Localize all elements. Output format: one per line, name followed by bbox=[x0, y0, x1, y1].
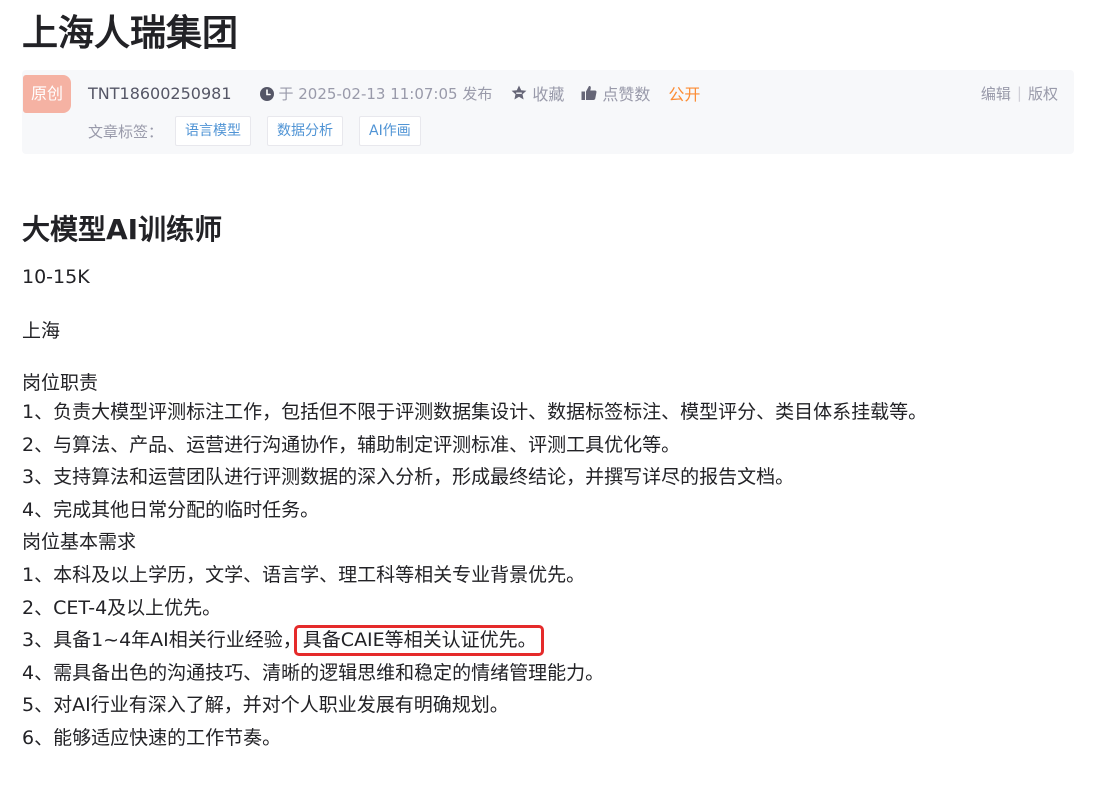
article-content: 大模型AI训练师 10-15K 上海 岗位职责 1、负责大模型评测标注工作，包括… bbox=[22, 206, 1092, 755]
article-tags: 文章标签： 语言模型 数据分析 AI作画 bbox=[88, 116, 437, 146]
requirement-item-highlighted: 3、具备1~4年AI相关行业经验，具备CAIE等相关认证优先。 bbox=[22, 624, 1092, 657]
duty-item: 3、支持算法和运营团队进行评测数据的深入分析，形成最终结论，并撰写详尽的报告文档… bbox=[22, 466, 795, 489]
edit-link[interactable]: 编辑 bbox=[981, 83, 1011, 104]
duty-item: 4、完成其他日常分配的临时任务。 bbox=[22, 498, 320, 521]
star-icon[interactable] bbox=[510, 84, 528, 102]
job-heading: 大模型AI训练师 bbox=[22, 213, 223, 246]
article-actions: 编辑 | 版权 bbox=[981, 81, 1058, 105]
requirement-item: 6、能够适应快速的工作节奏。 bbox=[22, 726, 282, 749]
duty-item: 2、与算法、产品、运营进行沟通协作，辅助制定评测标准、评测工具优化等。 bbox=[22, 433, 681, 456]
visibility-status: 公开 bbox=[668, 85, 701, 104]
favorite-button[interactable]: 收藏 bbox=[532, 81, 564, 105]
author-name[interactable]: TNT18600250981 bbox=[88, 84, 232, 103]
tag-data-analysis[interactable]: 数据分析 bbox=[267, 116, 344, 146]
duty-item: 1、负责大模型评测标注工作，包括但不限于评测数据集设计、数据标签标注、模型评分、… bbox=[22, 401, 928, 423]
tag-ai-painting[interactable]: AI作画 bbox=[359, 116, 421, 146]
publish-time: 于 2025-02-13 11:07:05 发布 bbox=[278, 84, 493, 103]
requirement-item: 5、对AI行业有深入了解，并对个人职业发展有明确规划。 bbox=[22, 694, 509, 717]
article-info-box: 原创 TNT18600250981 于 2025-02-13 11:07:05 … bbox=[22, 70, 1074, 154]
thumb-up-icon[interactable] bbox=[580, 84, 598, 102]
copyright-link[interactable]: 版权 bbox=[1028, 83, 1058, 104]
tags-label: 文章标签： bbox=[88, 122, 164, 141]
article-title: 上海人瑞集团 bbox=[22, 13, 239, 54]
tag-language-model[interactable]: 语言模型 bbox=[175, 116, 252, 146]
separator: | bbox=[1016, 84, 1022, 102]
original-badge: 原创 bbox=[23, 75, 71, 113]
requirements-heading: 岗位基本需求 bbox=[22, 531, 137, 554]
like-count-label[interactable]: 点赞数 bbox=[602, 81, 650, 105]
job-salary: 10-15K bbox=[22, 266, 90, 288]
requirement-item: 1、本科及以上学历，文学、语言学、理工科等相关专业背景优先。 bbox=[22, 563, 586, 586]
highlight-box: 具备CAIE等相关认证优先。 bbox=[293, 625, 544, 657]
duties-heading: 岗位职责 bbox=[22, 372, 99, 394]
job-location: 上海 bbox=[22, 320, 61, 342]
clock-icon bbox=[259, 86, 274, 101]
article-meta-row: TNT18600250981 于 2025-02-13 11:07:05 发布 … bbox=[88, 81, 700, 105]
requirement-item: 2、CET-4及以上优先。 bbox=[22, 596, 222, 619]
requirement-text: 3、具备1~4年AI相关行业经验， bbox=[22, 629, 302, 652]
requirement-item: 4、需具备出色的沟通技巧、清晰的逻辑思维和稳定的情绪管理能力。 bbox=[22, 661, 605, 684]
